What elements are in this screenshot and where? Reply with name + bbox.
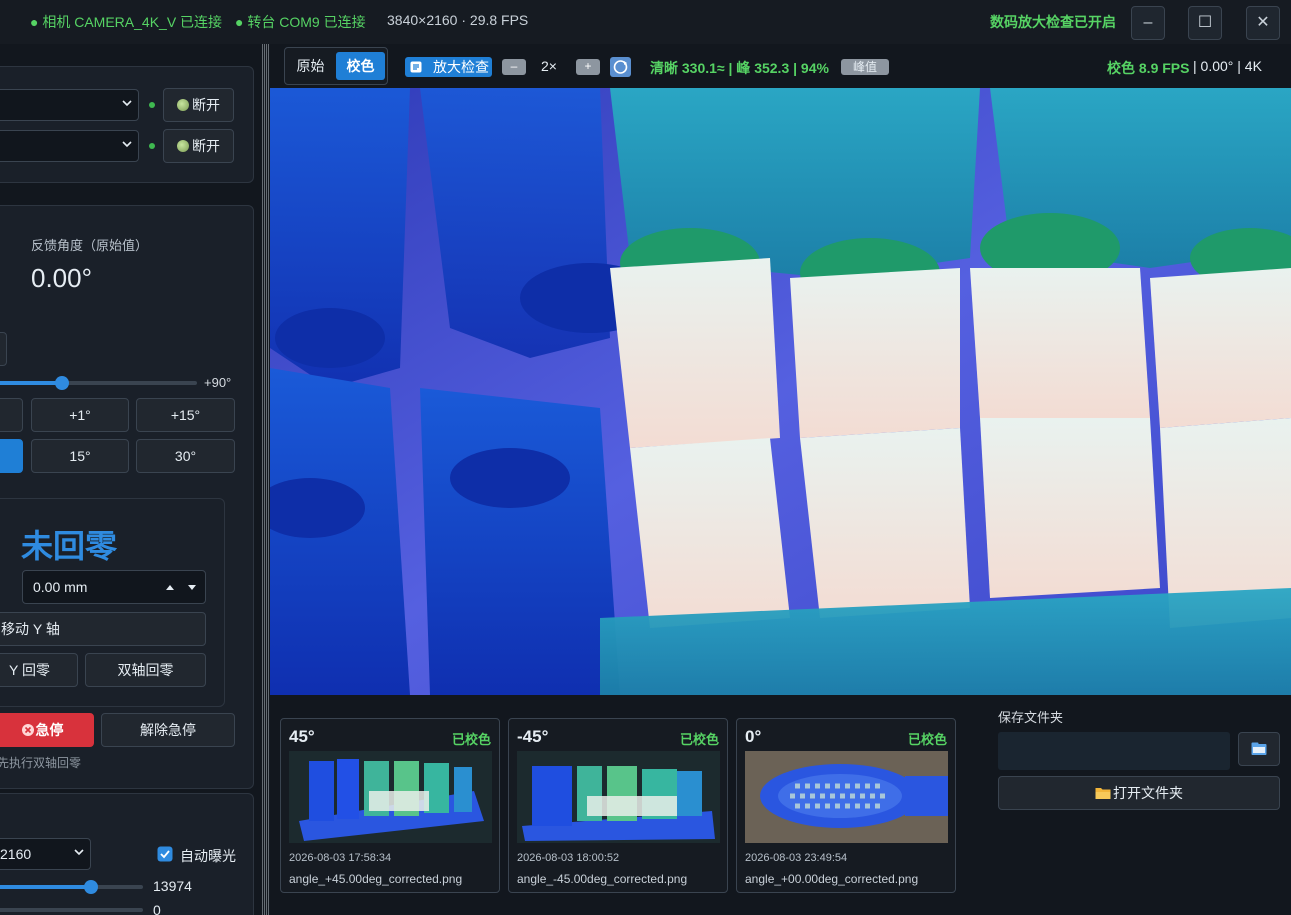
dual-home-button[interactable]: 双轴回零	[85, 653, 206, 687]
capture-card[interactable]: 0° 已校色 2026-08-03 23:49:54 angle_+00.00d…	[736, 718, 956, 893]
axis-subpanel: 未回零 0.00 mm 移动 Y 轴 Y 回零 双轴回零	[0, 498, 225, 707]
resolution-select[interactable]: 2160	[0, 838, 91, 870]
camera-connected-dot	[149, 102, 155, 108]
move-y-button[interactable]: 移动 Y 轴	[0, 612, 206, 646]
capture-card[interactable]: 45° 已校色 2026-08-03 17:58:34 angle_+45.00…	[280, 718, 500, 893]
checkbox-checked-icon[interactable]	[157, 846, 173, 862]
chevron-down-icon[interactable]	[187, 584, 197, 592]
save-folder-label: 保存文件夹	[998, 710, 1064, 725]
capture-angle: 45°	[289, 727, 315, 746]
connection-panel: 断开 断开	[0, 66, 254, 183]
title-bar: ● 相机 CAMERA_4K_V 已连接 ● 转台 COM9 已连接 3840×…	[0, 0, 1291, 44]
maximize-button[interactable]: ☐	[1188, 6, 1222, 40]
capture-thumbnail	[289, 751, 492, 843]
exposure-slider-fill	[0, 885, 91, 889]
capture-status: 已校色	[451, 732, 491, 747]
sharpness-stats: 清晰 330.1≈ | 峰 352.3 | 94%	[650, 60, 829, 76]
preset-15-button[interactable]: 15°	[31, 439, 129, 473]
angle-slider-max: +90°	[204, 375, 232, 390]
port-connected-dot	[149, 143, 155, 149]
chevron-up-icon[interactable]	[165, 583, 175, 591]
refresh-icon	[613, 60, 628, 74]
capture-status: 已校色	[679, 732, 719, 747]
preview-image	[270, 88, 1291, 695]
zoom-in-button[interactable]: +	[576, 59, 600, 75]
angle-step-button[interactable]	[0, 398, 23, 432]
y-home-button[interactable]: Y 回零	[0, 653, 78, 687]
capture-angle: -45°	[517, 727, 549, 746]
turntable-panel: 反馈角度（原始值） 0.00° +90° +1° +15° 15° 30° 未回…	[0, 205, 254, 789]
camera-preview[interactable]	[270, 88, 1291, 695]
open-folder-button[interactable]: 打开文件夹	[998, 776, 1280, 810]
angle-input[interactable]	[0, 332, 7, 366]
corrected-fps: 校色 8.9 FPS	[1107, 60, 1190, 76]
feedback-angle-value: 0.00°	[31, 263, 93, 293]
plus-15-button[interactable]: +15°	[136, 398, 235, 432]
position-input[interactable]: 0.00 mm	[22, 570, 206, 604]
resolution-fps: 3840×2160 · 29.8 FPS	[387, 12, 529, 28]
angle-slider-thumb[interactable]	[55, 376, 69, 390]
zoom-check-button[interactable]: 放大检查	[405, 57, 492, 77]
estop-hint: 先执行双轴回零	[0, 756, 82, 770]
capture-filename: angle_+00.00deg_corrected.png	[745, 872, 919, 886]
capture-time: 2026-08-03 17:58:34	[289, 852, 392, 864]
close-button[interactable]: ✕	[1246, 6, 1280, 40]
capture-angle: 0°	[745, 727, 762, 746]
capture-filename: angle_+45.00deg_corrected.png	[289, 872, 463, 886]
zoom-icon	[410, 61, 422, 73]
exposure-value: 13974	[153, 878, 192, 894]
view-mode-toggle: 原始 校色	[284, 47, 388, 85]
home-status: 未回零	[21, 528, 118, 564]
zoom-out-button[interactable]: –	[502, 59, 526, 75]
turntable-status: ● 转台 COM9 已连接	[235, 14, 366, 30]
capture-time: 2026-08-03 18:00:52	[517, 852, 620, 864]
open-folder-icon	[1095, 788, 1111, 799]
capture-thumbnail	[745, 751, 948, 843]
control-panel: 断开 断开 反馈角度（原始值） 0.00° +90° +1° +15° 15° …	[0, 44, 262, 915]
plus-1-button[interactable]: +1°	[31, 398, 129, 432]
feedback-angle-label: 反馈角度（原始值）	[31, 238, 149, 253]
exposure-slider-thumb[interactable]	[84, 880, 98, 894]
preset-30-button[interactable]: 30°	[136, 439, 235, 473]
chevron-down-icon	[122, 100, 132, 107]
status-led-icon	[177, 140, 189, 152]
peak-toggle[interactable]: 峰值	[841, 59, 889, 75]
camera-disconnect-button[interactable]: 断开	[163, 88, 234, 122]
angle-slider-fill	[0, 381, 62, 385]
preset-selected-button[interactable]	[0, 439, 23, 473]
minimize-button[interactable]: –	[1131, 6, 1165, 40]
chevron-down-icon	[74, 849, 84, 856]
capture-time: 2026-08-03 23:49:54	[745, 852, 848, 864]
rotation-resolution: | 0.00° | 4K	[1193, 58, 1262, 74]
camera-select[interactable]	[0, 89, 139, 121]
gain-value: 0	[153, 902, 161, 915]
zoom-check-status: 数码放大检查已开启	[990, 14, 1116, 30]
status-led-icon	[177, 99, 189, 111]
capture-filename: angle_-45.00deg_corrected.png	[517, 872, 688, 886]
folder-icon	[1251, 742, 1267, 755]
capture-thumbnail	[517, 751, 720, 843]
port-select[interactable]	[0, 130, 139, 162]
auto-exposure-label: 自动曝光	[180, 848, 236, 864]
panel-splitter[interactable]	[262, 44, 270, 915]
camera-status: ● 相机 CAMERA_4K_V 已连接	[30, 14, 223, 30]
release-estop-button[interactable]: 解除急停	[101, 713, 235, 747]
camera-panel: 2160 自动曝光 13974 0	[0, 793, 254, 915]
browse-folder-button[interactable]	[1238, 732, 1280, 766]
capture-status: 已校色	[907, 732, 947, 747]
view-original-button[interactable]: 原始	[285, 52, 336, 80]
port-disconnect-button[interactable]: 断开	[163, 129, 234, 163]
estop-button[interactable]: 急停	[0, 713, 94, 747]
gain-slider-track[interactable]	[0, 908, 143, 912]
refresh-button[interactable]	[610, 57, 631, 77]
view-corrected-button[interactable]: 校色	[336, 52, 385, 80]
save-folder-input[interactable]	[998, 732, 1230, 770]
capture-card[interactable]: -45° 已校色 2026-08-03 18:00:52 angle_-45.0…	[508, 718, 728, 893]
stop-icon	[21, 724, 34, 736]
zoom-level: 2×	[541, 58, 557, 74]
chevron-down-icon	[122, 141, 132, 148]
